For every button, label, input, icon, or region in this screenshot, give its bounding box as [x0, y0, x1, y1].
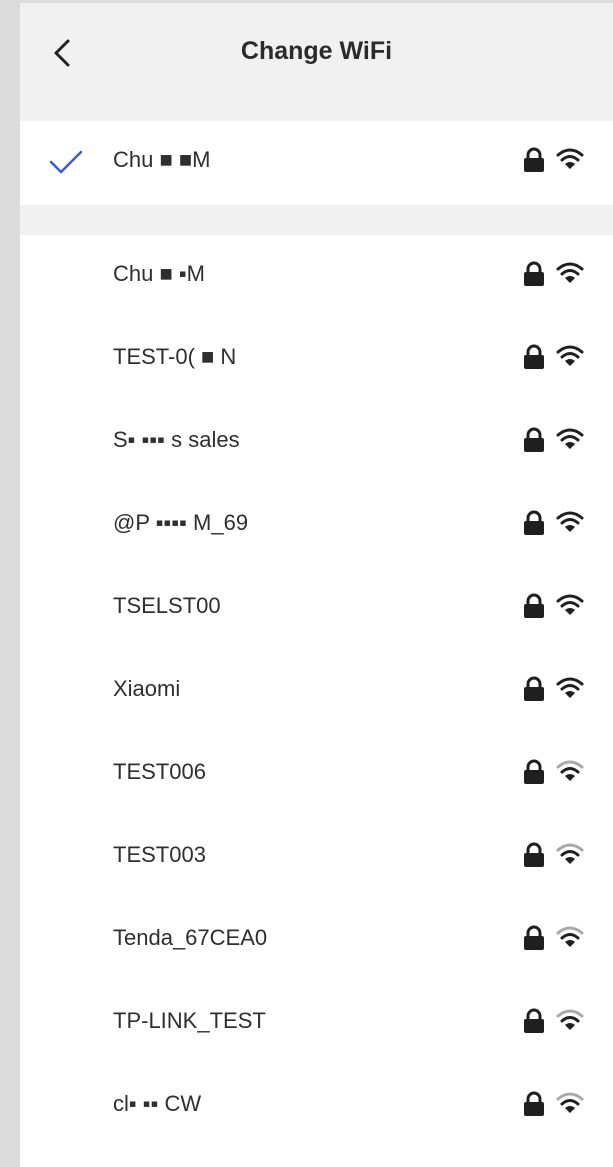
- network-ssid: TSELST00: [113, 593, 221, 618]
- lock-icon: [524, 1008, 544, 1033]
- lock-icon: [524, 344, 544, 369]
- current-network-ssid: Chu ■ ■M: [113, 147, 211, 172]
- section-divider: [20, 205, 613, 235]
- page-title: Change WiFi: [240, 37, 393, 65]
- wifi-signal-icon: [556, 511, 584, 532]
- wifi-signal-icon: [556, 843, 584, 864]
- network-ssid: Chu ■ ▪M: [113, 261, 205, 286]
- change-wifi-screen: Change WiFi Chu ■ ■M Chu ■ ▪M TEST-0( ■ N…: [20, 3, 613, 1167]
- lock-icon: [524, 510, 544, 535]
- wifi-signal-icon: [556, 926, 584, 947]
- network-ssid: Tenda_67CEA0: [113, 925, 268, 950]
- network-ssid: TEST-0( ■ N: [113, 344, 237, 369]
- available-networks-list: Chu ■ ▪M TEST-0( ■ N S▪ ▪▪▪ s sales @P ▪▪▪▪…: [20, 235, 613, 1148]
- lock-icon: [524, 261, 544, 286]
- network-ssid: Xiaomi: [113, 676, 181, 701]
- network-row[interactable]: Chu ■ ▪M: [20, 235, 613, 318]
- current-network-row[interactable]: Chu ■ ■M: [20, 121, 613, 205]
- lock-icon: [524, 593, 544, 618]
- window-left-edge: [0, 0, 20, 1167]
- wifi-signal-icon: [556, 148, 584, 169]
- wifi-signal-icon: [556, 428, 584, 449]
- wifi-signal-icon: [556, 262, 584, 283]
- lock-icon: [524, 676, 544, 701]
- network-ssid: TP-LINK_TEST: [113, 1008, 266, 1033]
- lock-icon: [524, 759, 544, 784]
- network-row[interactable]: cl▪ ▪▪ CW: [20, 1065, 613, 1148]
- network-ssid: cl▪ ▪▪ CW: [113, 1091, 202, 1116]
- wifi-signal-icon: [556, 677, 584, 698]
- network-row[interactable]: TSELST00: [20, 567, 613, 650]
- wifi-signal-icon: [556, 1009, 584, 1030]
- lock-icon: [524, 147, 544, 172]
- network-row[interactable]: TEST003: [20, 816, 613, 899]
- lock-icon: [524, 1091, 544, 1116]
- lock-icon: [524, 427, 544, 452]
- network-row[interactable]: @P ▪▪▪▪ M_69: [20, 484, 613, 567]
- lock-icon: [524, 925, 544, 950]
- network-row[interactable]: S▪ ▪▪▪ s sales: [20, 401, 613, 484]
- network-ssid: @P ▪▪▪▪ M_69: [113, 510, 249, 535]
- header-bar: Change WiFi: [20, 3, 613, 121]
- network-row[interactable]: Xiaomi: [20, 650, 613, 733]
- wifi-signal-icon: [556, 760, 584, 781]
- network-ssid: TEST003: [113, 842, 206, 867]
- network-ssid: TEST006: [113, 759, 206, 784]
- network-row[interactable]: Tenda_67CEA0: [20, 899, 613, 982]
- network-row[interactable]: TEST-0( ■ N: [20, 318, 613, 401]
- network-ssid: S▪ ▪▪▪ s sales: [113, 427, 240, 452]
- wifi-signal-icon: [556, 345, 584, 366]
- wifi-signal-icon: [556, 594, 584, 615]
- checkmark-icon: [49, 150, 83, 174]
- network-row[interactable]: TEST006: [20, 733, 613, 816]
- lock-icon: [524, 842, 544, 867]
- network-row[interactable]: TP-LINK_TEST: [20, 982, 613, 1065]
- wifi-signal-icon: [556, 1092, 584, 1113]
